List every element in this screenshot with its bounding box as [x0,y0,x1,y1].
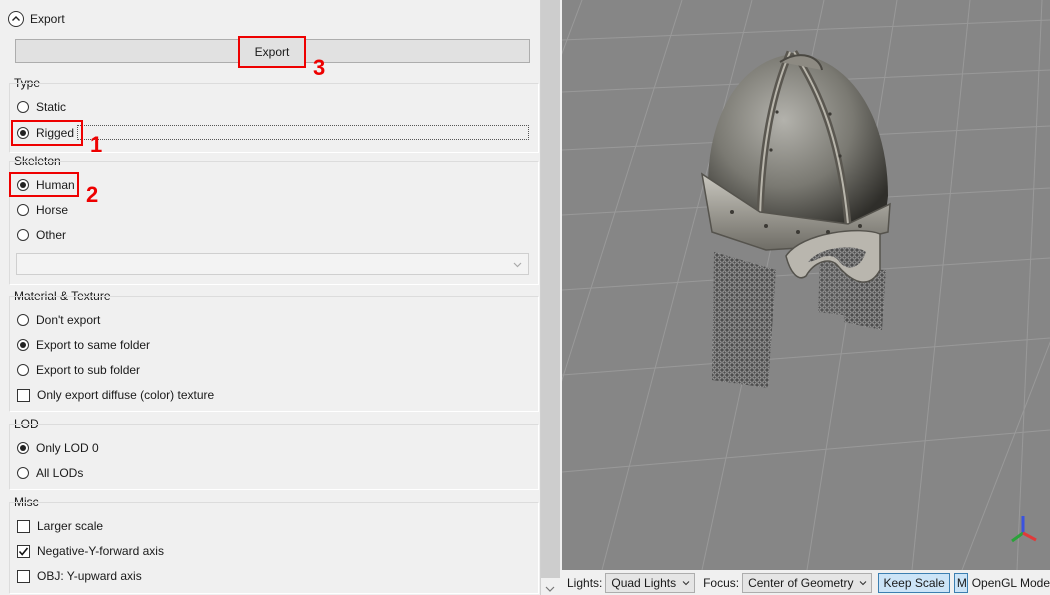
radio-rigged[interactable] [17,127,29,139]
type-option-static[interactable]: Static [17,98,66,116]
viewport-scene [562,0,1050,570]
focus-label: Focus: [703,575,740,590]
export-section-title: Export [30,12,65,26]
material-option-same-folder-label: Export to same folder [36,338,151,352]
scroll-down-icon[interactable] [545,582,555,595]
radio-same-folder[interactable] [17,339,29,351]
negative-y-forward-label: Negative-Y-forward axis [37,544,164,558]
checkmark-icon [18,546,29,556]
focus-select-value: Center of Geometry [748,575,854,590]
chevron-down-icon[interactable] [682,576,690,590]
material-option-dont-export-label: Don't export [36,313,101,327]
radio-static[interactable] [17,101,29,113]
keep-scale-toggle[interactable]: Keep Scale [878,572,950,593]
lod-group-box [9,424,539,490]
obj-y-upward-label: OBJ: Y-upward axis [37,569,142,583]
skeleton-option-horse-label: Horse [36,203,69,217]
skeleton-option-other-label: Other [36,228,67,242]
checkbox-diffuse-only[interactable] [17,388,30,402]
scrollbar-thumb[interactable] [541,0,560,578]
focus-outline [77,125,529,140]
radio-all-lods[interactable] [17,467,29,479]
type-option-rigged[interactable]: Rigged [11,120,83,146]
larger-scale-label: Larger scale [37,519,104,533]
opengl-mode-label: OpenGL Mode [971,575,1050,590]
export-button[interactable]: Export [238,36,306,68]
type-group-box [9,83,539,153]
radio-only-lod0[interactable] [17,442,29,454]
diffuse-only-label: Only export diffuse (color) texture [37,388,215,402]
checkbox-larger-scale[interactable] [17,519,30,533]
material-option-sub-folder-label: Export to sub folder [36,363,141,377]
annotation-2: 2 [86,182,99,207]
skeleton-option-horse[interactable]: Horse [17,201,68,219]
diffuse-only-checkbox[interactable]: Only export diffuse (color) texture [17,386,214,404]
panel-scrollbar[interactable] [541,0,560,595]
chevron-down-icon[interactable] [513,258,522,272]
type-option-rigged-label: Rigged [36,126,75,140]
lights-select-value: Quad Lights [611,575,677,590]
radio-dont-export[interactable] [17,314,29,326]
lights-select[interactable]: Quad Lights [605,572,696,593]
lights-label: Lights: [567,575,603,590]
export-section-header[interactable]: Export [8,10,65,28]
chevron-down-icon[interactable] [859,576,867,590]
material-option-dont-export[interactable]: Don't export [17,311,100,329]
radio-other[interactable] [17,229,29,241]
checkbox-obj-y-upward[interactable] [17,569,30,583]
radio-human[interactable] [17,178,29,191]
skeleton-option-human-label: Human [36,177,75,192]
lod-option-all-lods[interactable]: All LODs [17,464,83,482]
lod-option-only-lod0-label: Only LOD 0 [36,441,99,455]
skeleton-combo[interactable] [16,253,529,275]
material-option-sub-folder[interactable]: Export to sub folder [17,361,140,379]
checkbox-negative-y-forward[interactable] [17,544,30,558]
negative-y-forward-checkbox[interactable]: Negative-Y-forward axis [17,542,164,560]
radio-horse[interactable] [17,204,29,216]
lod-option-only-lod0[interactable]: Only LOD 0 [17,439,99,457]
obj-y-upward-checkbox[interactable]: OBJ: Y-upward axis [17,567,142,585]
lod-option-all-lods-label: All LODs [36,466,84,480]
radio-sub-folder[interactable] [17,364,29,376]
focus-select[interactable]: Center of Geometry [742,572,873,593]
annotation-1: 1 [90,132,103,157]
3d-viewport[interactable] [562,0,1050,570]
annotation-3: 3 [313,55,326,80]
export-settings-panel: Export Export 3 Type Static Rigged 1 Ske… [0,0,541,595]
type-option-static-label: Static [36,100,67,114]
partial-toggle-button[interactable]: Mi [953,572,968,593]
larger-scale-checkbox[interactable]: Larger scale [17,517,103,535]
chevron-up-icon[interactable] [8,11,24,27]
skeleton-option-other[interactable]: Other [17,226,66,244]
material-option-same-folder[interactable]: Export to same folder [17,336,150,354]
skeleton-option-human[interactable]: Human [9,172,79,197]
viewport-toolbar: Lights: Quad Lights Focus: Center of Geo… [562,570,1050,595]
